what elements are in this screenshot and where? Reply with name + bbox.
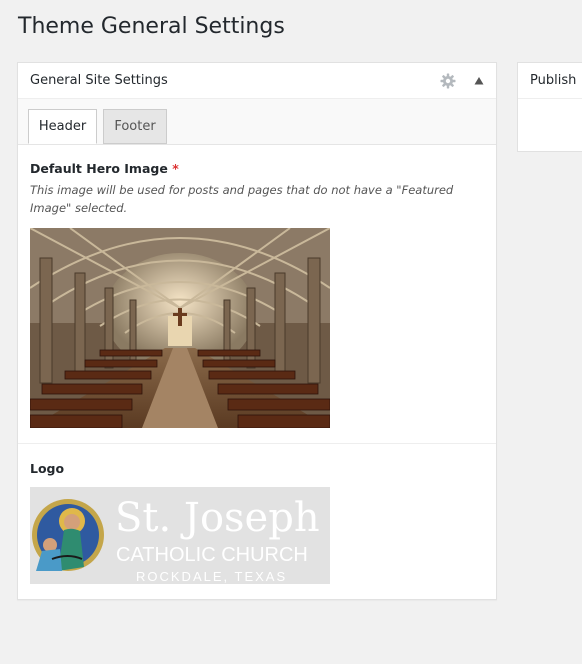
hero-image[interactable] (30, 228, 330, 428)
hero-image-description: This image will be used for posts and pa… (30, 183, 454, 215)
tabs-bar: Header Footer (18, 99, 496, 145)
logo-image[interactable]: St. Joseph CATHOLIC CHURCH ROCKDALE, TEX… (30, 487, 330, 584)
publish-box: Publish (517, 62, 582, 152)
triangle-up-icon[interactable] (474, 76, 484, 86)
general-site-settings-box: General Site Settings Header Footer Defa… (17, 62, 497, 600)
tab-footer[interactable]: Footer (103, 109, 167, 144)
hero-image-label-text: Default Hero Image (30, 161, 168, 176)
page-title: Theme General Settings (18, 14, 285, 39)
logo-name: St. Joseph (115, 495, 320, 541)
hero-image-label: Default Hero Image * (30, 161, 179, 176)
logo-label: Logo (30, 461, 65, 476)
publish-header: Publish (518, 63, 582, 99)
tab-header[interactable]: Header (28, 109, 97, 144)
publish-title: Publish (530, 73, 577, 88)
logo-line3: ROCKDALE, TEXAS (136, 569, 287, 584)
postbox-header: General Site Settings (18, 63, 496, 99)
logo-line2: CATHOLIC CHURCH (116, 544, 308, 566)
gear-icon[interactable] (440, 73, 456, 89)
field-divider (18, 443, 496, 444)
required-mark: * (172, 161, 179, 176)
postbox-title: General Site Settings (30, 73, 168, 88)
